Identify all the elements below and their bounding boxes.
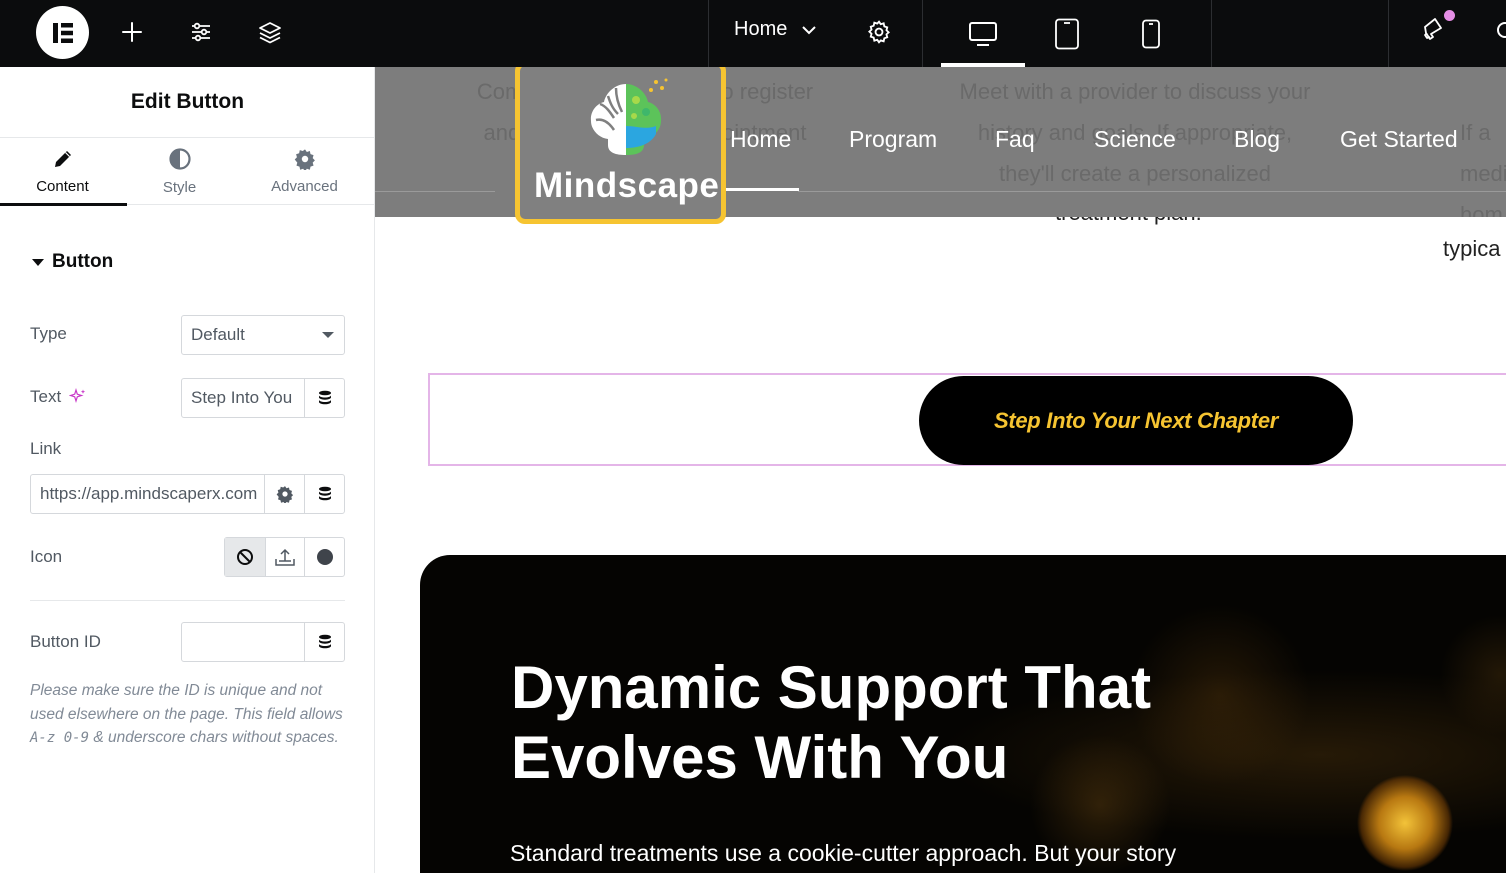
link-input-value: https://app.mindscaperx.com (40, 484, 258, 503)
tablet-view-button[interactable] (1025, 0, 1109, 67)
chevron-down-icon (801, 18, 817, 41)
database-icon (318, 486, 331, 501)
nav-get-started[interactable]: Get Started (1340, 126, 1458, 153)
database-icon (318, 390, 331, 405)
page-name: Home (734, 18, 788, 40)
button-id-label: Button ID (30, 632, 101, 651)
tab-advanced[interactable]: Advanced (242, 138, 367, 205)
dynamic-support-section: Dynamic Support That Evolves With You St… (420, 555, 1506, 873)
search-icon[interactable] (1480, 14, 1506, 50)
tab-style-label: Style (162, 179, 197, 196)
logo-wordmark: Mindscape (534, 166, 720, 205)
text-input[interactable]: Step Into You (181, 378, 345, 418)
ban-icon (236, 549, 253, 565)
ghost-line: medic (1460, 161, 1506, 186)
text-label-row: Text (30, 387, 87, 407)
header-divider (798, 191, 1506, 192)
ghost-line: they'll create a personalized (998, 161, 1272, 186)
help-text-part: & underscore chars without spaces. (89, 729, 339, 746)
text-input-value: Step Into You (191, 388, 293, 407)
nav-blog[interactable]: Blog (1234, 126, 1280, 153)
gear-icon[interactable] (859, 14, 899, 50)
tab-style[interactable]: Style (117, 138, 242, 205)
ai-sparkle-icon[interactable] (69, 388, 87, 406)
nav-faq[interactable]: Faq (995, 126, 1035, 153)
section-subtext: Standard treatments use a cookie-cutter … (510, 840, 1177, 866)
text-label: Text (30, 387, 62, 406)
help-code: A-z 0-9 (30, 730, 90, 746)
link-input[interactable]: https://app.mindscaperx.com (30, 474, 345, 514)
caret-down-icon (32, 258, 44, 266)
icon-none-button[interactable] (225, 538, 265, 576)
type-label: Type (30, 324, 67, 343)
section-toggle-button[interactable]: Button (32, 251, 113, 273)
section-heading: Dynamic Support That Evolves With You (511, 653, 1151, 793)
header-divider (375, 191, 495, 192)
upload-icon (275, 548, 295, 566)
notification-dot (1444, 10, 1455, 21)
ghost-line: If a (1460, 120, 1491, 145)
nav-active-underline (718, 188, 799, 191)
heading-line: Evolves With You (511, 724, 1009, 791)
circle-icon (316, 549, 333, 565)
gear-icon (276, 486, 293, 503)
icon-upload-button[interactable] (264, 538, 305, 576)
type-value: Default (191, 325, 245, 344)
site-logo[interactable]: Mindscape (515, 67, 726, 224)
type-select[interactable]: Default (181, 315, 345, 355)
tablet-icon (1055, 18, 1079, 49)
section-title: Button (52, 251, 114, 272)
settings-sliders-icon[interactable] (181, 14, 221, 50)
chevron-down-icon (322, 332, 334, 338)
button-id-dynamic-tags-button[interactable] (304, 623, 344, 661)
desktop-view-button[interactable] (941, 0, 1025, 67)
icon-label: Icon (30, 547, 63, 566)
widget-settings-panel: Edit Button Content Style Advanced Butto… (0, 67, 375, 873)
page-selector[interactable]: Home (734, 18, 817, 41)
tab-content-label: Content (36, 178, 89, 195)
help-text-part: Please make sure the ID is unique and no… (30, 682, 343, 723)
database-icon (318, 634, 331, 649)
heading-line: Dynamic Support That (511, 654, 1152, 721)
editor-topbar: Home (0, 0, 1506, 67)
mobile-view-button[interactable] (1109, 0, 1193, 67)
brain-tree-logo-icon (590, 78, 668, 155)
mobile-icon (1142, 19, 1160, 48)
divider (30, 600, 345, 601)
contrast-icon (168, 148, 191, 170)
link-label: Link (30, 439, 62, 458)
ghost-line: Meet with a provider to discuss your (959, 79, 1311, 104)
layers-icon[interactable] (250, 14, 290, 50)
desktop-icon (969, 21, 997, 46)
panel-tabs: Content Style Advanced (0, 138, 375, 206)
nav-science[interactable]: Science (1094, 126, 1176, 153)
nav-home[interactable]: Home (730, 126, 791, 153)
step-text-fragment-right: typica (1443, 236, 1501, 261)
pencil-icon (54, 151, 71, 167)
link-dynamic-tags-button[interactable] (304, 475, 344, 513)
ghost-line: hom (1460, 202, 1503, 217)
tab-content[interactable]: Content (0, 138, 127, 206)
step-into-cta-button[interactable]: Step Into Your Next Chapter (919, 376, 1353, 465)
link-options-button[interactable] (264, 475, 304, 513)
icon-library-button[interactable] (304, 538, 344, 576)
panel-title: Edit Button (0, 67, 375, 138)
elementor-logo-icon[interactable] (36, 6, 89, 59)
preview-canvas: treatment plan. typica Complete a short … (375, 67, 1506, 873)
nav-program[interactable]: Program (849, 126, 937, 153)
ghost-text-right: If a medic hom (1460, 112, 1506, 217)
tab-advanced-label: Advanced (271, 178, 338, 195)
gear-icon (294, 149, 315, 170)
add-icon[interactable] (112, 14, 152, 50)
button-id-help-text: Please make sure the ID is unique and no… (30, 679, 350, 751)
button-id-input[interactable] (181, 622, 345, 662)
dynamic-tags-button[interactable] (304, 379, 344, 417)
icon-choices (224, 537, 345, 577)
